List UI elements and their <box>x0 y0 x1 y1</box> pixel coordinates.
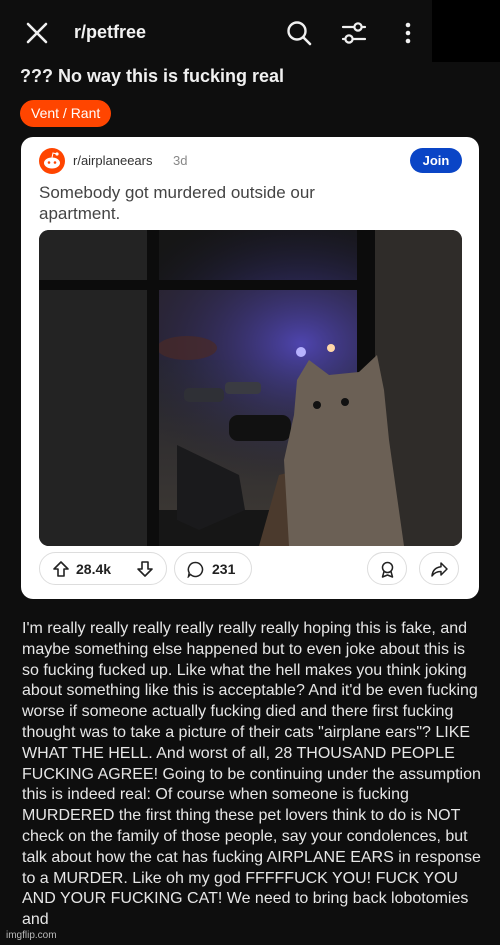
cat-window-photo[interactable] <box>39 230 462 546</box>
search-icon[interactable] <box>285 19 313 47</box>
embedded-post-title: Somebody got murdered outside our apartm… <box>39 183 315 223</box>
close-icon[interactable] <box>24 20 50 46</box>
comment-icon <box>187 561 204 578</box>
black-overlay <box>432 0 500 62</box>
vote-pill: 28.4k <box>39 552 167 585</box>
upvote-icon[interactable] <box>52 560 70 578</box>
imgflip-watermark: imgflip.com <box>6 930 57 941</box>
post-age: 3d <box>173 153 188 168</box>
embedded-post-card[interactable]: r/airplaneears 3d Join Somebody got murd… <box>21 137 479 599</box>
post-title: ??? No way this is fucking real <box>20 66 285 86</box>
share-icon <box>431 562 448 577</box>
comments-button[interactable]: 231 <box>174 552 252 585</box>
award-button[interactable] <box>367 552 407 585</box>
award-icon <box>381 561 394 578</box>
subreddit-name[interactable]: r/petfree <box>74 22 146 43</box>
embedded-subreddit[interactable]: r/airplaneears <box>73 153 153 168</box>
more-vertical-icon[interactable] <box>398 19 418 47</box>
post-body: I'm really really really really really r… <box>22 620 481 929</box>
downvote-icon[interactable] <box>136 560 154 578</box>
flair-badge[interactable]: Vent / Rant <box>20 100 112 127</box>
comment-count: 231 <box>212 561 236 577</box>
top-bar: r/petfree <box>0 0 500 64</box>
join-button[interactable]: Join <box>410 148 462 173</box>
upvote-count: 28.4k <box>76 561 112 577</box>
reddit-logo-icon <box>39 148 65 174</box>
filter-icon[interactable] <box>340 19 368 47</box>
share-button[interactable] <box>419 552 459 585</box>
